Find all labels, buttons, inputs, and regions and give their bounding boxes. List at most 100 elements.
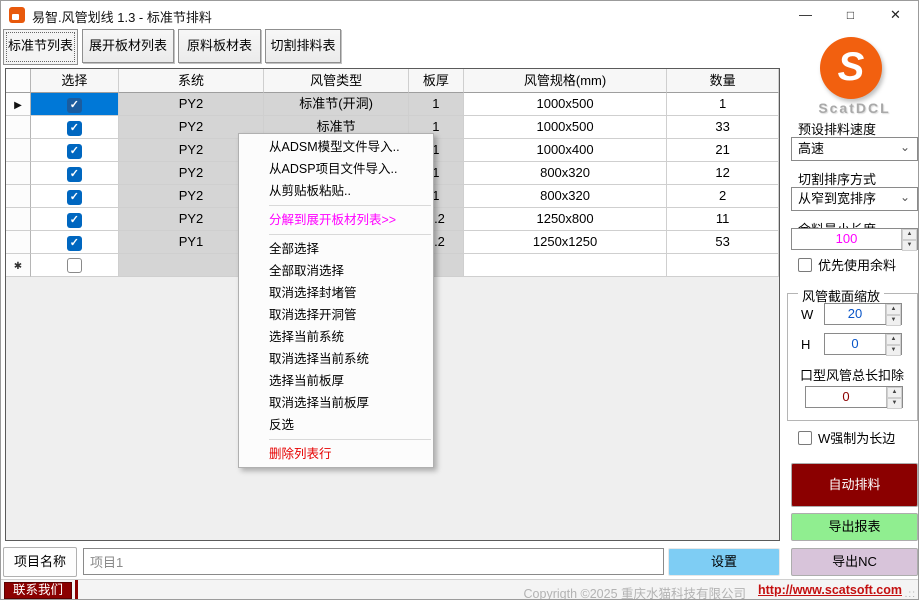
row-header[interactable]	[6, 185, 31, 208]
cell-select[interactable]: ✓	[31, 185, 119, 208]
menu-item[interactable]: 取消选择开洞管	[239, 304, 433, 326]
menu-item[interactable]: 取消选择封堵管	[239, 282, 433, 304]
force-w-checkbox-row[interactable]: W强制为长边	[798, 428, 895, 447]
cell-select[interactable]: ✓	[31, 93, 119, 116]
column-header[interactable]: 风管类型	[264, 69, 409, 93]
cell-qty[interactable]: 21	[667, 139, 779, 162]
contact-us-button[interactable]: 联系我们	[4, 582, 72, 599]
cell-spec[interactable]: 800x320	[464, 185, 667, 208]
cell-spec[interactable]: 1250x1250	[464, 231, 667, 254]
cell-select[interactable]: ✓	[31, 162, 119, 185]
spin-down-icon[interactable]: ▼	[902, 240, 917, 251]
column-header[interactable]: 板厚	[409, 69, 464, 93]
menu-item[interactable]: 全部选择	[239, 238, 433, 260]
w-stepper[interactable]: 20 ▲ ▼	[824, 303, 902, 325]
menu-item[interactable]: 取消选择当前板厚	[239, 392, 433, 414]
column-header[interactable]: 系统	[119, 69, 265, 93]
column-header[interactable]: 选择	[31, 69, 119, 93]
h-value: 0	[825, 334, 885, 354]
row-header[interactable]	[6, 231, 31, 254]
cell-select[interactable]	[31, 254, 119, 277]
tab-cutting-nesting-table[interactable]: 切割排料表	[265, 29, 341, 63]
export-report-button[interactable]: 导出报表	[791, 513, 918, 541]
row-header[interactable]: ✱	[6, 254, 31, 277]
row-header[interactable]	[6, 116, 31, 139]
row-checkbox-checked[interactable]: ✓	[67, 236, 82, 251]
settings-button[interactable]: 设置	[668, 548, 780, 576]
menu-item[interactable]: 全部取消选择	[239, 260, 433, 282]
menu-item[interactable]: 从ADSM模型文件导入..	[239, 136, 433, 158]
scrap-min-length-stepper[interactable]: 100 ▲ ▼	[791, 228, 918, 250]
menu-item[interactable]: 从ADSP项目文件导入..	[239, 158, 433, 180]
website-link[interactable]: http://www.scatsoft.com	[758, 583, 902, 597]
h-stepper[interactable]: 0 ▲ ▼	[824, 333, 902, 355]
cell-select[interactable]: ✓	[31, 116, 119, 139]
menu-item[interactable]: 选择当前板厚	[239, 370, 433, 392]
cell-qty[interactable]	[667, 254, 779, 277]
maximize-button[interactable]: □	[828, 1, 873, 29]
close-button[interactable]: ✕	[873, 1, 918, 29]
resize-grip-icon[interactable]: .::	[905, 589, 916, 600]
menu-item[interactable]: 删除列表行	[239, 443, 433, 465]
export-nc-button[interactable]: 导出NC	[791, 548, 918, 576]
cell-spec[interactable]: 1000x500	[464, 116, 667, 139]
tab-raw-sheet-table[interactable]: 原料板材表	[178, 29, 261, 63]
menu-item[interactable]: 反选	[239, 414, 433, 436]
spin-up-icon[interactable]: ▲	[886, 334, 901, 345]
cell-qty[interactable]: 2	[667, 185, 779, 208]
row-header[interactable]	[6, 162, 31, 185]
cell-select[interactable]: ✓	[31, 208, 119, 231]
cell-qty[interactable]: 53	[667, 231, 779, 254]
use-scrap-checkbox-row[interactable]: 优先使用余料	[798, 255, 896, 274]
cell-qty[interactable]: 12	[667, 162, 779, 185]
use-scrap-checkbox[interactable]	[798, 258, 812, 272]
cell-system[interactable]: PY2	[119, 93, 265, 116]
speed-select[interactable]: 高速 ⌄	[791, 137, 918, 161]
row-header[interactable]	[6, 139, 31, 162]
column-header[interactable]: 数量	[667, 69, 779, 93]
spin-down-icon[interactable]: ▼	[886, 345, 901, 356]
row-checkbox-checked[interactable]: ✓	[67, 121, 82, 136]
project-name-button[interactable]: 项目名称	[3, 547, 77, 577]
sort-select[interactable]: 从窄到宽排序 ⌄	[791, 187, 918, 211]
cell-spec[interactable]: 1000x500	[464, 93, 667, 116]
spin-up-icon[interactable]: ▲	[886, 304, 901, 315]
cell-spec[interactable]: 1250x800	[464, 208, 667, 231]
cell-duct-type[interactable]: 标准节(开洞)	[264, 93, 409, 116]
menu-item[interactable]: 取消选择当前系统	[239, 348, 433, 370]
cell-spec[interactable]	[464, 254, 667, 277]
spin-down-icon[interactable]: ▼	[886, 315, 901, 326]
sort-select-value: 从窄到宽排序	[798, 191, 876, 206]
minimize-button[interactable]: —	[783, 1, 828, 29]
row-checkbox-checked[interactable]: ✓	[67, 213, 82, 228]
tab-standard-section-list[interactable]: 标准节列表	[3, 29, 78, 65]
cell-qty[interactable]: 11	[667, 208, 779, 231]
row-checkbox-checked[interactable]: ✓	[67, 144, 82, 159]
force-w-checkbox[interactable]	[798, 431, 812, 445]
menu-item[interactable]: 从剪贴板粘贴..	[239, 180, 433, 202]
spin-up-icon[interactable]: ▲	[902, 229, 917, 240]
row-checkbox-checked[interactable]: ✓	[67, 167, 82, 182]
cell-thickness[interactable]: 1	[409, 93, 464, 116]
cell-qty[interactable]: 33	[667, 116, 779, 139]
row-header[interactable]: ▶	[6, 93, 31, 116]
cell-spec[interactable]: 800x320	[464, 162, 667, 185]
deduct-stepper[interactable]: 0 ▲ ▼	[805, 386, 903, 408]
column-header[interactable]: 风管规格(mm)	[464, 69, 667, 93]
cell-select[interactable]: ✓	[31, 139, 119, 162]
row-checkbox-unchecked[interactable]	[67, 258, 82, 273]
tab-unfolded-sheet-list[interactable]: 展开板材列表	[82, 29, 174, 63]
spin-down-icon[interactable]: ▼	[887, 398, 902, 409]
spin-up-icon[interactable]: ▲	[887, 387, 902, 398]
menu-item[interactable]: 选择当前系统	[239, 326, 433, 348]
row-checkbox-checked[interactable]: ✓	[67, 98, 82, 113]
cell-qty[interactable]: 1	[667, 93, 779, 116]
menu-item[interactable]: 分解到展开板材列表>>	[239, 209, 433, 231]
context-menu: 从ADSM模型文件导入..从ADSP项目文件导入..从剪贴板粘贴.. 分解到展开板…	[238, 133, 434, 468]
row-checkbox-checked[interactable]: ✓	[67, 190, 82, 205]
cell-select[interactable]: ✓	[31, 231, 119, 254]
cell-spec[interactable]: 1000x400	[464, 139, 667, 162]
auto-nest-button[interactable]: 自动排料	[791, 463, 918, 507]
row-header[interactable]	[6, 208, 31, 231]
project-name-input[interactable]	[83, 548, 664, 575]
